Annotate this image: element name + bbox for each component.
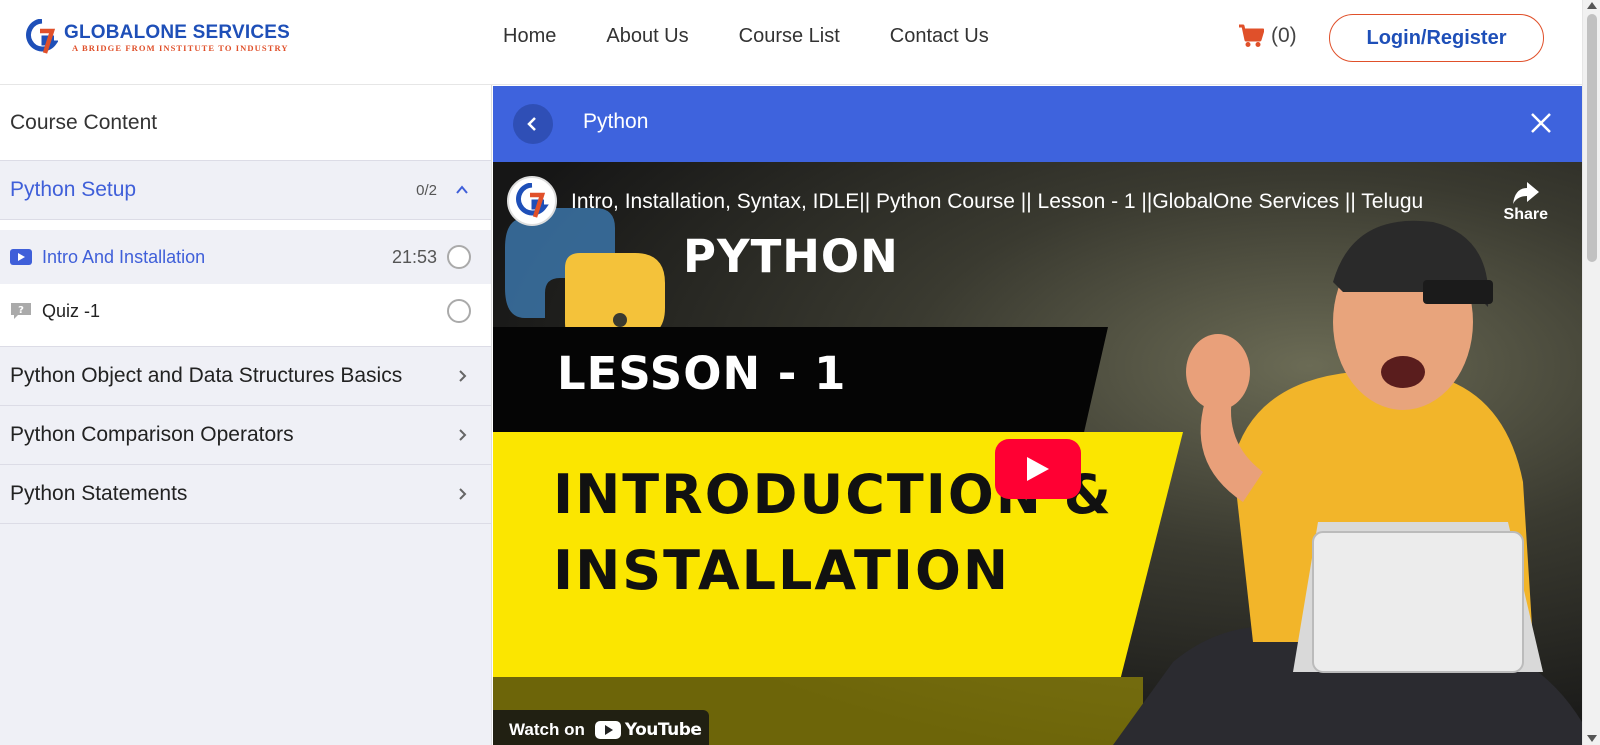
- youtube-icon: [594, 721, 621, 739]
- site-header: GLOBALONE SERVICES A BRIDGE FROM INSTITU…: [0, 0, 1582, 85]
- watch-on-youtube-link[interactable]: Watch on YouTube: [493, 710, 709, 745]
- section-title: Python Setup: [10, 178, 137, 201]
- nav-home[interactable]: Home: [503, 25, 556, 48]
- brand-logo-icon: [26, 18, 59, 55]
- share-button[interactable]: Share: [1504, 180, 1548, 224]
- chevron-up-icon: [456, 185, 468, 194]
- lesson-title: Quiz -1: [42, 300, 101, 321]
- main-nav: Home About Us Course List Contact Us: [503, 25, 1039, 48]
- brand-logo[interactable]: GLOBALONE SERVICES A BRIDGE FROM INSTITU…: [26, 18, 291, 55]
- page-scrollbar[interactable]: [1582, 0, 1600, 745]
- channel-logo-icon: [516, 183, 549, 218]
- nav-contact-us[interactable]: Contact Us: [890, 25, 989, 48]
- quiz-icon: ?: [11, 303, 31, 319]
- brand-name: GLOBALONE SERVICES: [64, 21, 291, 43]
- thumbnail-intro-line-2: INSTALLATION: [553, 539, 1011, 602]
- lesson-duration: 21:53: [391, 246, 437, 267]
- play-button[interactable]: [995, 439, 1081, 499]
- chevron-right-icon: [459, 370, 467, 382]
- nav-course-list[interactable]: Course List: [739, 25, 840, 48]
- section-python-setup[interactable]: Python Setup 0/2: [0, 161, 491, 220]
- section-title: Python Comparison Operators: [10, 423, 294, 446]
- chevron-right-icon: [459, 429, 467, 441]
- python-logo-icon: [505, 208, 665, 338]
- youtube-label: YouTube: [624, 720, 702, 740]
- youtube-logo: YouTube: [594, 720, 702, 740]
- player-title: Python: [583, 110, 649, 133]
- close-icon[interactable]: [1528, 110, 1554, 136]
- channel-avatar[interactable]: [507, 176, 557, 226]
- thumbnail-lesson-text: LESSON - 1: [557, 347, 847, 400]
- scroll-up-arrow-icon[interactable]: [1587, 2, 1597, 9]
- lesson-complete-checkbox[interactable]: [447, 299, 471, 323]
- thumbnail-python-text: PYTHON: [683, 230, 899, 283]
- lesson-quiz-1[interactable]: ? Quiz -1: [0, 284, 491, 338]
- share-icon: [1512, 182, 1539, 204]
- chevron-right-icon: [459, 488, 467, 500]
- chevron-left-icon: [527, 117, 536, 131]
- nav-about-us[interactable]: About Us: [606, 25, 688, 48]
- lesson-complete-checkbox[interactable]: [447, 245, 471, 269]
- svg-text:?: ?: [18, 305, 24, 316]
- course-content-sidebar: Course Content Python Setup 0/2 Intro An…: [0, 85, 492, 745]
- back-button[interactable]: [513, 104, 553, 144]
- video-icon: [10, 249, 32, 265]
- video-title[interactable]: Intro, Installation, Syntax, IDLE|| Pyth…: [571, 190, 1423, 214]
- lesson-title: Intro And Installation: [42, 246, 206, 267]
- brand-tagline: A BRIDGE FROM INSTITUTE TO INDUSTRY: [72, 42, 289, 53]
- scroll-down-arrow-icon[interactable]: [1587, 735, 1597, 742]
- section-progress-count: 0/2: [416, 181, 437, 199]
- section-python-object-and-data-structures[interactable]: Python Object and Data Structures Basics: [0, 347, 491, 406]
- video-player[interactable]: PYTHON LESSON - 1 INTRODUCTION & INSTALL…: [493, 162, 1582, 745]
- share-label: Share: [1503, 206, 1548, 223]
- thumbnail-person-illustration: [1113, 220, 1582, 745]
- section-python-statements[interactable]: Python Statements: [0, 465, 491, 524]
- scrollbar-thumb[interactable]: [1587, 14, 1597, 262]
- section-python-comparison-operators[interactable]: Python Comparison Operators: [0, 406, 491, 465]
- section-title: Python Object and Data Structures Basics: [10, 364, 403, 387]
- cart-button[interactable]: (0): [1238, 24, 1297, 48]
- section-title: Python Statements: [10, 482, 188, 505]
- watch-on-label: Watch on: [509, 720, 585, 739]
- sidebar-title: Course Content: [0, 85, 491, 161]
- cart-icon: [1239, 24, 1264, 47]
- play-icon: [1027, 457, 1049, 481]
- player-header: Python: [493, 86, 1582, 162]
- login-register-button[interactable]: Login/Register: [1329, 14, 1544, 62]
- lesson-intro-and-installation[interactable]: Intro And Installation 21:53: [0, 230, 491, 284]
- lesson-list: Intro And Installation 21:53 ? Quiz -1: [0, 220, 491, 347]
- cart-count: (0): [1271, 24, 1297, 47]
